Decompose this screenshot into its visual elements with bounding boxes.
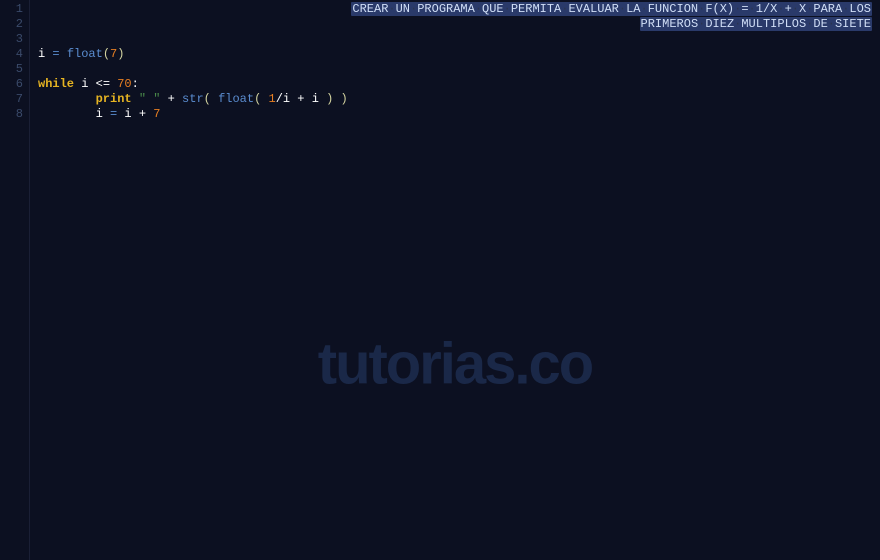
code-line-3[interactable] (38, 32, 880, 47)
code-line-8[interactable]: i = i + 7 (38, 107, 880, 122)
line-number: 7 (0, 92, 23, 107)
code-line-4[interactable]: i = float(7) (38, 47, 880, 62)
comment-line-2: PRIMEROS·DIEZ·MULTIPLOS·DE·SIETE (351, 17, 872, 32)
line-number: 6 (0, 77, 23, 92)
line-number-gutter: 1 2 3 4 5 6 7 8 (0, 0, 30, 560)
line-number: 1 (0, 2, 23, 17)
code-editor[interactable]: 1 2 3 4 5 6 7 8 CREAR·UN·PROGRAMA·QUE·PE… (0, 0, 880, 560)
code-line-5[interactable] (38, 62, 880, 77)
line-number: 3 (0, 32, 23, 47)
line-number: 2 (0, 17, 23, 32)
line-number: 8 (0, 107, 23, 122)
line-number: 4 (0, 47, 23, 62)
watermark-logo: tutorias.co (318, 331, 593, 398)
line-number: 5 (0, 62, 23, 77)
code-line-7[interactable]: print " " + str( float( 1/i + i ) ) (38, 92, 880, 107)
code-line-6[interactable]: while i <= 70: (38, 77, 880, 92)
code-area[interactable]: CREAR·UN·PROGRAMA·QUE·PERMITA·EVALUAR·LA… (30, 0, 880, 560)
comment-block: CREAR·UN·PROGRAMA·QUE·PERMITA·EVALUAR·LA… (351, 2, 872, 32)
comment-line-1: CREAR·UN·PROGRAMA·QUE·PERMITA·EVALUAR·LA… (351, 2, 872, 17)
